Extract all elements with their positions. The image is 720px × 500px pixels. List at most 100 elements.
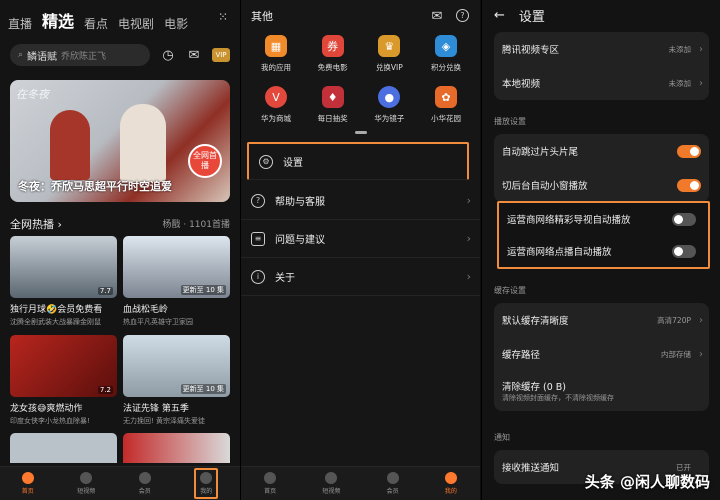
setting-row-carrier-preview[interactable]: 运营商网络精彩导视自动播放 — [499, 203, 708, 235]
back-arrow-icon[interactable]: ← — [494, 8, 505, 23]
crown-icon — [138, 472, 151, 484]
service-grid-row-2: V 华为商城 ♦ 每日抽奖 ● 华为镜子 ✿ 小华花园 — [249, 86, 473, 124]
mail-icon[interactable]: ✉ — [186, 47, 202, 63]
setting-row-cache-quality[interactable]: 默认缓存清晰度 高清720P › — [494, 303, 709, 337]
crown-icon: ♛ — [378, 35, 401, 57]
video-subtitle: 印度女侠李小龙热血除暴! — [10, 417, 90, 425]
points-icon: ◈ — [434, 35, 457, 57]
video-subtitle: 热血平凡英雄守卫家园 — [123, 318, 193, 326]
nav-home[interactable]: 首页 — [264, 472, 276, 495]
search-highlight: 鳞语赋 — [27, 51, 58, 63]
grid-menu-icon[interactable]: ⁙ — [218, 10, 228, 24]
highlight-box: 运营商网络精彩导视自动播放 运营商网络点播自动播放 — [497, 201, 710, 269]
nav-vip[interactable]: 会员 — [386, 472, 399, 495]
setting-row-carrier-autoplay[interactable]: 运营商网络点播自动播放 — [499, 235, 708, 267]
video-card[interactable]: 更新至 10 集 法证先锋 第五季 无力挽回! 黄宗泽痛失爱徒 — [123, 335, 230, 426]
video-thumbnail[interactable] — [123, 433, 230, 463]
watermark: 头条 @闲人聊数码 — [584, 473, 710, 491]
history-icon[interactable]: ◷ — [160, 47, 176, 63]
grid-item-points[interactable]: ◈ 积分兑换 — [419, 35, 473, 73]
page-indicator — [355, 131, 367, 134]
vip-icon[interactable]: VIP — [212, 48, 230, 62]
mail-icon[interactable]: ✉ — [429, 8, 445, 24]
grid-item-huawei-mirror[interactable]: ● 华为镜子 — [362, 86, 416, 124]
search-input[interactable]: ⌕ 鳞语赋 乔欣陈正飞 — [10, 44, 150, 66]
nav-shorts[interactable]: 短视频 — [77, 472, 95, 495]
service-grid-row-1: ▦ 我的应用 券免费电影 ♛ 兑换VIP ◈ 积分兑换 — [249, 35, 473, 73]
nav-shorts[interactable]: 短视频 — [322, 472, 340, 495]
video-card[interactable]: 7.7 独行月球🤣会员免费看 沈腾全剧武装大战暴躁金刚鼠 — [10, 236, 117, 327]
nav-mine[interactable]: 我的 — [194, 468, 219, 499]
chevron-right-icon: › — [699, 77, 703, 89]
grid-item-free-movies[interactable]: 券免费电影 — [306, 35, 360, 73]
apps-icon: ▦ — [265, 35, 287, 57]
chevron-right-icon: › — [699, 348, 703, 360]
section-label-notify: 通知 — [494, 433, 510, 442]
video-card[interactable]: 7.2 龙女孩😅爽燃动作 印度女侠李小龙热血除暴! — [10, 335, 117, 426]
setting-row-tencent[interactable]: 腾讯视频专区 未添加 › — [494, 32, 709, 66]
bottom-nav: 首页 短视频 会员 我的 — [241, 466, 480, 500]
home-icon — [264, 472, 277, 484]
home-screen: 直播 精选 看点 电视剧 电影 ⁙ ⌕ 鳞语赋 乔欣陈正飞 ◷ ✉ VIP 在冬… — [0, 0, 240, 500]
nav-mine[interactable]: 我的 — [444, 472, 457, 495]
home-icon — [21, 472, 34, 484]
setting-row-local-video[interactable]: 本地视频 未添加 › — [494, 66, 709, 100]
setting-row-clear-cache[interactable]: 清除缓存 (0 B) 清除视频封面缓存，不清除视频缓存 — [494, 371, 709, 411]
banner-caption: 冬夜：乔欣马思超平行时空追爱 — [18, 180, 172, 193]
setting-row-cache-path[interactable]: 缓存路径 内部存储 › — [494, 337, 709, 371]
help-icon: ? — [251, 193, 265, 208]
menu-feedback[interactable]: ≡ 问题与建议 › — [241, 220, 480, 258]
video-title: 独行月球🤣会员免费看 — [10, 305, 103, 315]
menu-about[interactable]: i 关于 › — [241, 258, 480, 296]
settings-screen: ← 设置 腾讯视频专区 未添加 › 本地视频 未添加 › 播放设置 自动跳过片头片尾 切… — [481, 0, 720, 500]
video-card[interactable]: 更新至 10 集 血战松毛岭 热血平凡英雄守卫家园 — [123, 236, 230, 327]
premiere-badge: 全网首播 — [188, 144, 222, 178]
grid-item-daily-lottery[interactable]: ♦ 每日抽奖 — [306, 86, 360, 124]
profile-icon — [200, 472, 213, 484]
tab-live[interactable]: 直播 — [8, 15, 32, 32]
section-meta: 杨戬 · 1101首播 — [162, 220, 231, 230]
setting-row-mini-window[interactable]: 切后台自动小窗播放 — [494, 168, 709, 202]
nav-vip[interactable]: 会员 — [138, 472, 151, 495]
grid-item-garden[interactable]: ✿ 小华花园 — [419, 86, 473, 124]
tab-featured[interactable]: 精选 — [42, 8, 74, 32]
setting-row-skip-intro[interactable]: 自动跳过片头片尾 — [494, 134, 709, 168]
top-tabs: 直播 精选 看点 电视剧 电影 — [8, 8, 188, 32]
page-title: 设置 — [518, 10, 545, 25]
video-thumbnail[interactable] — [10, 433, 117, 463]
search-placeholder: 乔欣陈正飞 — [61, 51, 107, 62]
hero-banner[interactable]: 在冬夜 全网首播 冬夜：乔欣马思超平行时空追爱 — [10, 80, 230, 202]
help-icon[interactable]: ? — [456, 9, 469, 22]
grid-item-my-apps[interactable]: ▦ 我的应用 — [249, 35, 303, 73]
search-icon: ⌕ — [18, 50, 24, 60]
tab-tv[interactable]: 电视剧 — [118, 15, 154, 32]
section-title: 其他 — [251, 10, 273, 23]
tab-movie[interactable]: 电影 — [164, 15, 188, 32]
toggle-switch[interactable] — [672, 212, 696, 226]
shorts-icon — [325, 472, 338, 484]
bottom-nav: 首页 短视频 会员 我的 — [0, 466, 240, 500]
nav-home[interactable]: 首页 — [21, 472, 34, 495]
menu-help[interactable]: ? 帮助与客服 › — [241, 182, 480, 220]
feedback-icon: ≡ — [251, 231, 265, 246]
profile-icon — [444, 472, 457, 484]
grid-item-redeem-vip[interactable]: ♛ 兑换VIP — [362, 35, 416, 73]
chevron-right-icon: › — [699, 314, 703, 326]
flower-icon: ✿ — [434, 86, 457, 108]
tab-highlights[interactable]: 看点 — [84, 15, 108, 32]
chevron-right-icon: › — [466, 232, 471, 245]
grid-item-huawei-mall[interactable]: V 华为商城 — [249, 86, 303, 124]
chevron-right-icon: › — [466, 270, 471, 283]
info-icon: i — [251, 269, 265, 284]
mirror-icon: ● — [378, 86, 401, 108]
section-title[interactable]: 全网热播 › — [10, 216, 62, 232]
mine-screen: 其他 ✉ ? ▦ 我的应用 券免费电影 ♛ 兑换VIP ◈ 积分兑换 V 华为商城 ♦ 每… — [240, 0, 480, 500]
toggle-switch[interactable] — [677, 178, 701, 192]
menu-settings[interactable]: ⚙ 设置 — [247, 142, 469, 180]
video-thumbnail: 更新至 10 集 — [123, 236, 230, 298]
crown-icon — [386, 472, 399, 484]
toggle-switch[interactable] — [672, 244, 696, 258]
settings-header: ← 设置 — [494, 6, 545, 25]
section-label-cache: 缓存设置 — [494, 286, 526, 295]
toggle-switch[interactable] — [677, 144, 701, 158]
